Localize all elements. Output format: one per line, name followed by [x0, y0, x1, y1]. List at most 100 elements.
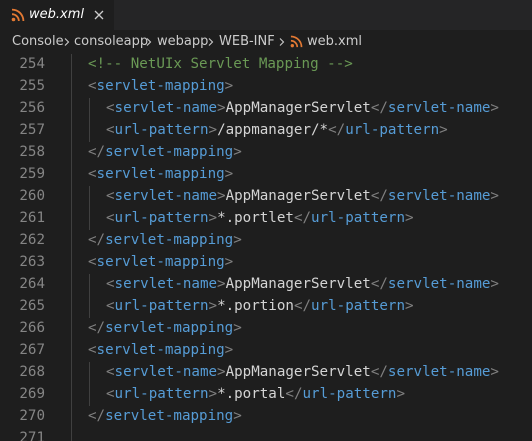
code-content: <servlet-name>AppManagerServlet</servlet…	[106, 185, 499, 207]
code-content: <url-pattern>*.portlet</url-pattern>	[106, 207, 414, 229]
tag-bracket: </	[88, 320, 106, 336]
code-line[interactable]: 269 <url-pattern>*.portal</url-pattern>	[0, 383, 532, 405]
tag-bracket: </	[370, 100, 388, 116]
tag-bracket: >	[224, 78, 234, 94]
code-content: <servlet-mapping>	[88, 75, 233, 97]
code-line[interactable]: 254 <!-- NetUIx Servlet Mapping -->	[0, 54, 532, 75]
code-content: <servlet-mapping>	[88, 251, 233, 273]
line-number: 268	[19, 364, 45, 380]
tag-bracket: <	[106, 188, 115, 204]
tag-bracket: </	[285, 386, 303, 402]
tag-name: servlet-mapping	[105, 320, 234, 336]
line-number: 259	[19, 166, 45, 182]
rss-icon	[290, 35, 303, 48]
tag-bracket: >	[490, 100, 499, 116]
code-content: </servlet-mapping>	[88, 141, 242, 163]
tag-name: servlet-mapping	[105, 408, 234, 424]
tag-bracket: >	[490, 276, 499, 292]
tag-bracket: <	[106, 364, 115, 380]
tag-name: servlet-name	[387, 100, 491, 116]
tag-bracket: >	[490, 188, 499, 204]
code-line[interactable]: 261 <url-pattern>*.portlet</url-pattern>	[0, 207, 532, 229]
code-line[interactable]: 262 </servlet-mapping>	[0, 229, 532, 251]
tag-bracket: >	[208, 122, 218, 138]
code-line[interactable]: 258 </servlet-mapping>	[0, 141, 532, 163]
line-number: 271	[19, 430, 45, 441]
code-line[interactable]: 259 <servlet-mapping>	[0, 163, 532, 185]
code-line[interactable]: 256 <servlet-name>AppManagerServlet</serv…	[0, 97, 532, 119]
tag-bracket: >	[490, 364, 499, 380]
tag-name: servlet-mapping	[105, 232, 234, 248]
line-number: 258	[19, 144, 45, 160]
line-number: 270	[19, 408, 45, 424]
chevron-right-icon	[146, 38, 152, 46]
line-number: 256	[19, 100, 45, 116]
code-content: <url-pattern>*.portal</url-pattern>	[106, 383, 405, 405]
tag-text: *.portion	[217, 298, 294, 314]
code-line[interactable]: 260 <servlet-name>AppManagerServlet</serv…	[0, 185, 532, 207]
tag-bracket: >	[217, 364, 226, 380]
tag-text: AppManagerServlet	[225, 276, 371, 292]
tag-bracket: </	[88, 408, 106, 424]
tag-bracket: <	[106, 386, 115, 402]
line-number: 257	[19, 122, 45, 138]
code-editor[interactable]: 254 <!-- NetUIx Servlet Mapping --> 255 <se…	[0, 54, 532, 441]
tag-name: servlet-name	[114, 276, 218, 292]
tag-name: servlet-name	[114, 100, 218, 116]
code-line[interactable]: 263 <servlet-mapping>	[0, 251, 532, 273]
line-number: 266	[19, 320, 45, 336]
breadcrumb-item-console[interactable]: Console	[12, 30, 64, 54]
tag-bracket: </	[328, 122, 346, 138]
tag-bracket: <	[106, 298, 115, 314]
tag-bracket: </	[370, 364, 388, 380]
code-content: <servlet-mapping>	[88, 163, 233, 185]
code-line[interactable]: 265 <url-pattern>*.portion</url-pattern>	[0, 295, 532, 317]
tag-bracket: </	[293, 298, 312, 314]
tag-name: servlet-mapping	[96, 254, 225, 270]
rss-icon	[11, 8, 25, 22]
breadcrumb-item-web-xml[interactable]: web.xml	[307, 30, 362, 54]
tag-text: /appmanager/*	[217, 122, 329, 138]
code-content: <servlet-mapping>	[88, 339, 233, 361]
breadcrumb-item-webapp[interactable]: webapp	[157, 30, 208, 54]
tag-text: AppManagerServlet	[225, 188, 371, 204]
tag-bracket: <	[88, 254, 97, 270]
tag-text: *.portal	[217, 386, 286, 402]
tag-name: servlet-name	[387, 276, 491, 292]
chevron-right-icon	[279, 38, 285, 46]
tag-bracket: >	[233, 320, 242, 336]
code-line[interactable]: 266 </servlet-mapping>	[0, 317, 532, 339]
tag-name: url-pattern	[311, 298, 405, 314]
code-line[interactable]: 268 <servlet-name>AppManagerServlet</serv…	[0, 361, 532, 383]
tag-name: servlet-mapping	[96, 342, 225, 358]
tab-web-xml[interactable]: web.xml	[0, 0, 114, 30]
code-content: <servlet-name>AppManagerServlet</servlet…	[106, 97, 499, 119]
tag-bracket: >	[405, 298, 414, 314]
tag-bracket: </	[370, 276, 388, 292]
tag-bracket: <	[106, 122, 115, 138]
line-number: 269	[19, 386, 45, 402]
tag-bracket: <	[106, 210, 115, 226]
tag-bracket: >	[405, 210, 414, 226]
code-content: </servlet-mapping>	[88, 317, 242, 339]
tag-bracket: >	[224, 254, 234, 270]
tag-bracket: </	[293, 210, 312, 226]
close-icon[interactable]	[90, 6, 108, 24]
code-line[interactable]: 270 </servlet-mapping>	[0, 405, 532, 427]
code-line[interactable]: 264 <servlet-name>AppManagerServlet</serv…	[0, 273, 532, 295]
code-content: </servlet-mapping>	[88, 405, 242, 427]
tag-bracket: >	[208, 298, 218, 314]
chevron-right-icon	[208, 38, 214, 46]
xml-comment: <!-- NetUIx Servlet Mapping -->	[88, 56, 353, 72]
code-line[interactable]: 257 <url-pattern>/appmanager/*</url-patte…	[0, 119, 532, 141]
tag-text: AppManagerServlet	[225, 100, 371, 116]
code-line[interactable]: 267 <servlet-mapping>	[0, 339, 532, 361]
code-content: <!-- NetUIx Servlet Mapping -->	[88, 54, 353, 75]
tag-bracket: >	[439, 122, 448, 138]
code-line[interactable]: 255 <servlet-mapping>	[0, 75, 532, 97]
breadcrumb-item-web-inf[interactable]: WEB-INF	[219, 30, 275, 54]
breadcrumb-item-consoleapp[interactable]: consoleapp	[74, 30, 148, 54]
code-line[interactable]: 271	[0, 427, 532, 441]
tag-bracket: >	[208, 210, 218, 226]
tag-name: servlet-name	[114, 188, 218, 204]
